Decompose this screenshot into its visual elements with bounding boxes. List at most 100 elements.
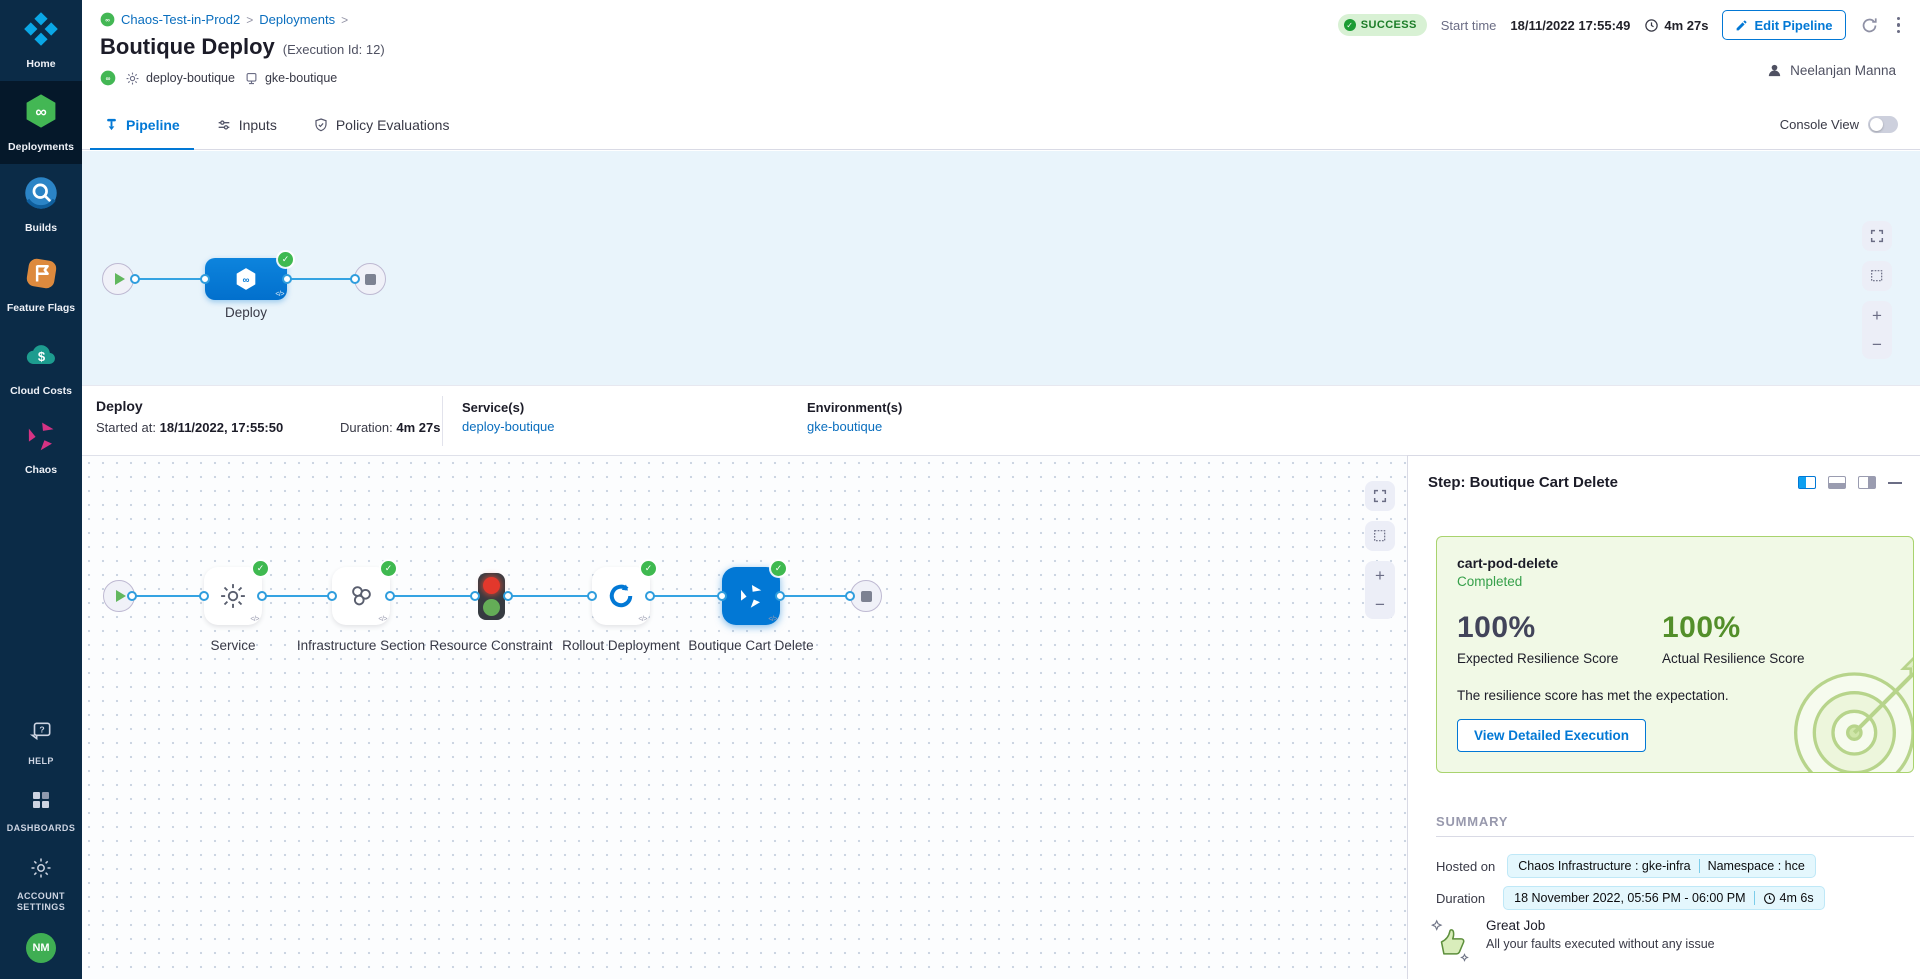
fit-to-screen-button[interactable]: [1862, 261, 1892, 291]
expected-resilience-label: Expected Resilience Score: [1457, 651, 1662, 666]
success-badge-icon: ✓: [278, 252, 293, 267]
more-options-button[interactable]: [1893, 13, 1905, 38]
great-job-note: Great Job All your faults executed witho…: [1430, 918, 1715, 964]
stage-graph-canvas[interactable]: ∞ ✓ </> Deploy + −: [82, 151, 1920, 385]
divider: [1436, 836, 1914, 837]
namespace-value: Namespace : hce: [1708, 859, 1805, 873]
svg-text:?: ?: [39, 725, 44, 735]
gear-icon: [218, 581, 248, 611]
service-tag-label: deploy-boutique: [146, 71, 235, 85]
duration-chip: 18 November 2022, 05:56 PM - 06:00 PM 4m…: [1503, 886, 1824, 910]
node-infrastructure-section[interactable]: ✓ </>: [332, 567, 390, 625]
duration-badge: 4m 27s: [1644, 18, 1708, 33]
hosted-on-label: Hosted on: [1436, 859, 1495, 874]
tab-policy-evaluations[interactable]: Policy Evaluations: [299, 100, 464, 149]
edge-port: [845, 591, 855, 601]
edge-port: [503, 591, 513, 601]
svg-text:∞: ∞: [35, 104, 46, 121]
sidebar-item-help[interactable]: ? HELP: [0, 708, 82, 777]
step-details-panel: Step: Boutique Cart Delete cart-pod-dele…: [1407, 455, 1920, 979]
user-avatar[interactable]: NM: [26, 933, 56, 963]
zoom-in-button[interactable]: +: [1862, 301, 1892, 330]
breadcrumb-deployments-link[interactable]: Deployments: [259, 12, 335, 27]
rollout-arrow-icon: [606, 581, 636, 611]
layout-right-panel-icon[interactable]: [1798, 476, 1816, 489]
environment-tag-label: gke-boutique: [265, 71, 337, 85]
node-rollout-deployment[interactable]: ✓ </>: [592, 567, 650, 625]
layout-right-collapsed-icon[interactable]: [1858, 476, 1876, 489]
execution-id: (Execution Id: 12): [283, 42, 385, 57]
zoom-out-button[interactable]: −: [1365, 590, 1395, 619]
main-area: ∞ Chaos-Test-in-Prod2 > Deployments > Bo…: [82, 0, 1920, 979]
play-icon: [116, 590, 126, 602]
check-icon: ✓: [1344, 19, 1356, 31]
refresh-button[interactable]: [1860, 16, 1879, 35]
sidebar-item-label: Builds: [25, 222, 57, 235]
target-dart-illustration: [1781, 646, 1914, 773]
fault-status: Completed: [1457, 574, 1893, 589]
sidebar-item-home[interactable]: Home: [0, 0, 82, 81]
user-name: Neelanjan Manna: [1790, 63, 1896, 78]
tab-inputs[interactable]: Inputs: [202, 100, 291, 149]
success-badge-icon: ✓: [381, 561, 396, 576]
sidebar-item-cloud-costs[interactable]: $ Cloud Costs: [0, 326, 82, 408]
console-view-toggle[interactable]: [1868, 116, 1898, 133]
template-icon: </>: [768, 616, 777, 623]
node-label: Service: [163, 636, 303, 656]
edge-port: [327, 591, 337, 601]
stage-details-bar: Deploy Started at: 18/11/2022, 17:55:50 …: [82, 385, 1920, 455]
node-service[interactable]: ✓ </>: [204, 567, 262, 625]
step-panel-title: Step: Boutique Cart Delete: [1428, 474, 1618, 491]
node-boutique-cart-delete[interactable]: ✓ </>: [722, 567, 780, 625]
sidebar-item-feature-flags[interactable]: Feature Flags: [0, 245, 82, 325]
fit-to-screen-button[interactable]: [1365, 521, 1395, 551]
start-time-value: 18/11/2022 17:55:49: [1510, 18, 1630, 33]
help-chat-icon: ?: [28, 719, 54, 750]
edge-port: [199, 591, 209, 601]
template-icon: </>: [638, 616, 647, 623]
harness-logo-icon: [23, 11, 59, 52]
summary-heading: SUMMARY: [1436, 814, 1508, 829]
duration-time-value: 4m 6s: [1780, 891, 1814, 905]
sidebar-item-chaos[interactable]: Chaos: [0, 408, 82, 487]
page-header: ∞ Chaos-Test-in-Prod2 > Deployments > Bo…: [82, 0, 1920, 100]
triggered-by-user[interactable]: Neelanjan Manna: [1766, 62, 1896, 79]
sidebar-item-account-settings[interactable]: ACCOUNT SETTINGS: [0, 845, 82, 924]
node-resource-constraint[interactable]: [478, 573, 505, 620]
fullscreen-button[interactable]: [1365, 481, 1395, 511]
edge-port: [127, 591, 137, 601]
breadcrumb-separator: >: [341, 13, 348, 27]
sidebar-item-dashboards[interactable]: DASHBOARDS: [0, 777, 82, 844]
great-job-title: Great Job: [1486, 918, 1715, 933]
sidebar-item-label: Home: [26, 58, 55, 71]
chaos-icon: [737, 582, 765, 610]
zoom-out-button[interactable]: −: [1862, 330, 1892, 359]
edge-port: [775, 591, 785, 601]
sidebar-item-label: ACCOUNT SETTINGS: [9, 891, 73, 914]
stage-duration-value: 4m 27s: [396, 420, 440, 435]
svg-text:∞: ∞: [105, 17, 110, 24]
sidebar-spacer: [0, 487, 82, 708]
fullscreen-button[interactable]: [1862, 221, 1892, 251]
cloud-costs-icon: $: [23, 337, 60, 379]
svg-text:∞: ∞: [106, 76, 111, 83]
view-detailed-execution-button[interactable]: View Detailed Execution: [1457, 719, 1646, 752]
minimize-panel-button[interactable]: [1888, 482, 1902, 484]
stage-node-deploy[interactable]: ∞ ✓ </>: [205, 258, 287, 300]
sidebar-item-deployments[interactable]: ∞ Deployments: [0, 81, 82, 164]
gear-icon: [29, 856, 53, 885]
zoom-in-button[interactable]: +: [1365, 561, 1395, 590]
person-icon: [1766, 62, 1783, 79]
edit-pipeline-button[interactable]: Edit Pipeline: [1722, 10, 1845, 40]
service-link[interactable]: deploy-boutique: [462, 419, 555, 434]
layout-bottom-panel-icon[interactable]: [1828, 476, 1846, 489]
tab-pipeline[interactable]: Pipeline: [90, 100, 194, 149]
summary-duration-label: Duration: [1436, 891, 1485, 906]
fault-result-card: cart-pod-delete Completed 100% Expected …: [1436, 536, 1914, 773]
divider: [442, 396, 443, 446]
svg-text:∞: ∞: [243, 275, 250, 286]
environment-link[interactable]: gke-boutique: [807, 419, 902, 434]
execution-graph-canvas[interactable]: ✓ </> Service ✓ </> Infrastructure Secti…: [82, 455, 1407, 979]
sidebar-item-builds[interactable]: Builds: [0, 164, 82, 245]
breadcrumb-project-link[interactable]: Chaos-Test-in-Prod2: [121, 12, 240, 27]
